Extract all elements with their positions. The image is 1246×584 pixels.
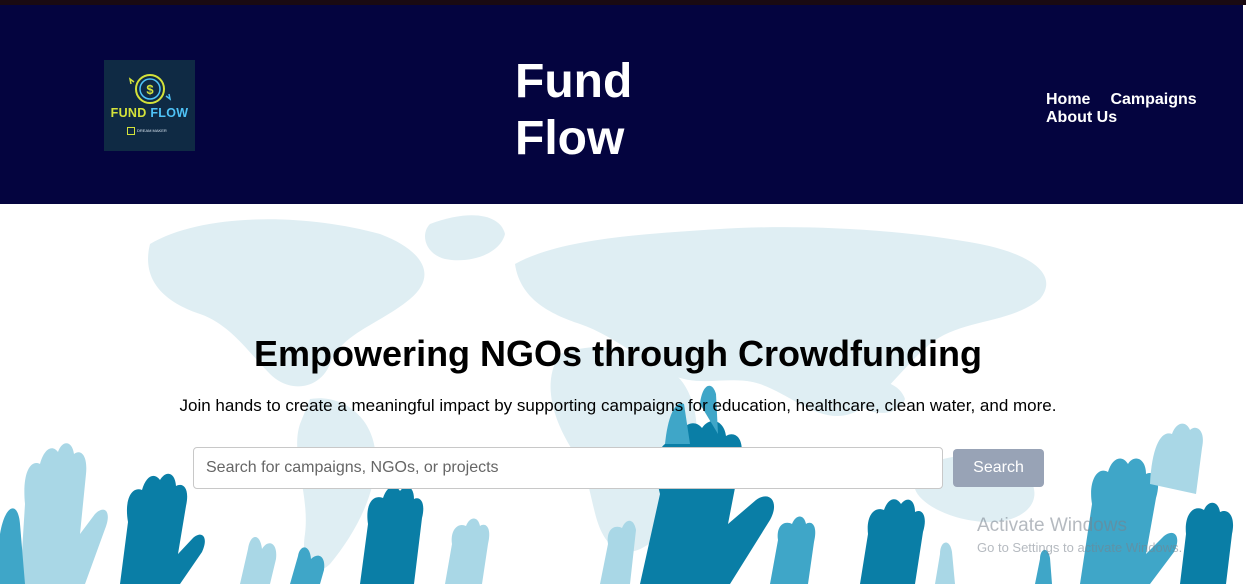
watermark-title: Activate Windows (977, 515, 1127, 536)
nav-campaigns-link[interactable]: Campaigns (1110, 91, 1196, 109)
logo-wordmark: FUND FLOW (104, 106, 195, 120)
nav-home-link[interactable]: Home (1046, 91, 1090, 109)
nav-about-us-link[interactable]: About Us (1046, 109, 1117, 127)
activate-windows-watermark: Activate Windows Go to Settings to activ… (977, 515, 1237, 556)
site-title: Fund Flow (515, 53, 715, 167)
site-title-line-1: Fund (515, 55, 633, 108)
watermark-subtitle: Go to Settings to activate Windows. (977, 540, 1183, 555)
site-title-line-2: Flow (515, 112, 625, 165)
svg-text:$: $ (146, 82, 154, 97)
logo-word-flow: FLOW (150, 106, 189, 120)
logo-word-fund: FUND (110, 106, 147, 120)
campaign-search-input[interactable] (193, 447, 943, 489)
search-button[interactable]: Search (953, 449, 1044, 487)
fund-flow-logo[interactable]: $ FUND FLOW DREAM MAKER (104, 60, 195, 151)
logo-tagline-text: DREAM MAKER (137, 128, 167, 133)
hero-subheading: Join hands to create a meaningful impact… (179, 396, 1057, 415)
logo-tagline: DREAM MAKER (127, 126, 177, 136)
site-header: $ FUND FLOW DREAM MAKER Fund Flow Home Ca… (0, 5, 1243, 204)
logo-mark-icon (127, 126, 135, 135)
main-nav: Home CampaignsAbout Us (1046, 91, 1236, 127)
hero-heading: Empowering NGOs through Crowdfunding (254, 333, 982, 374)
